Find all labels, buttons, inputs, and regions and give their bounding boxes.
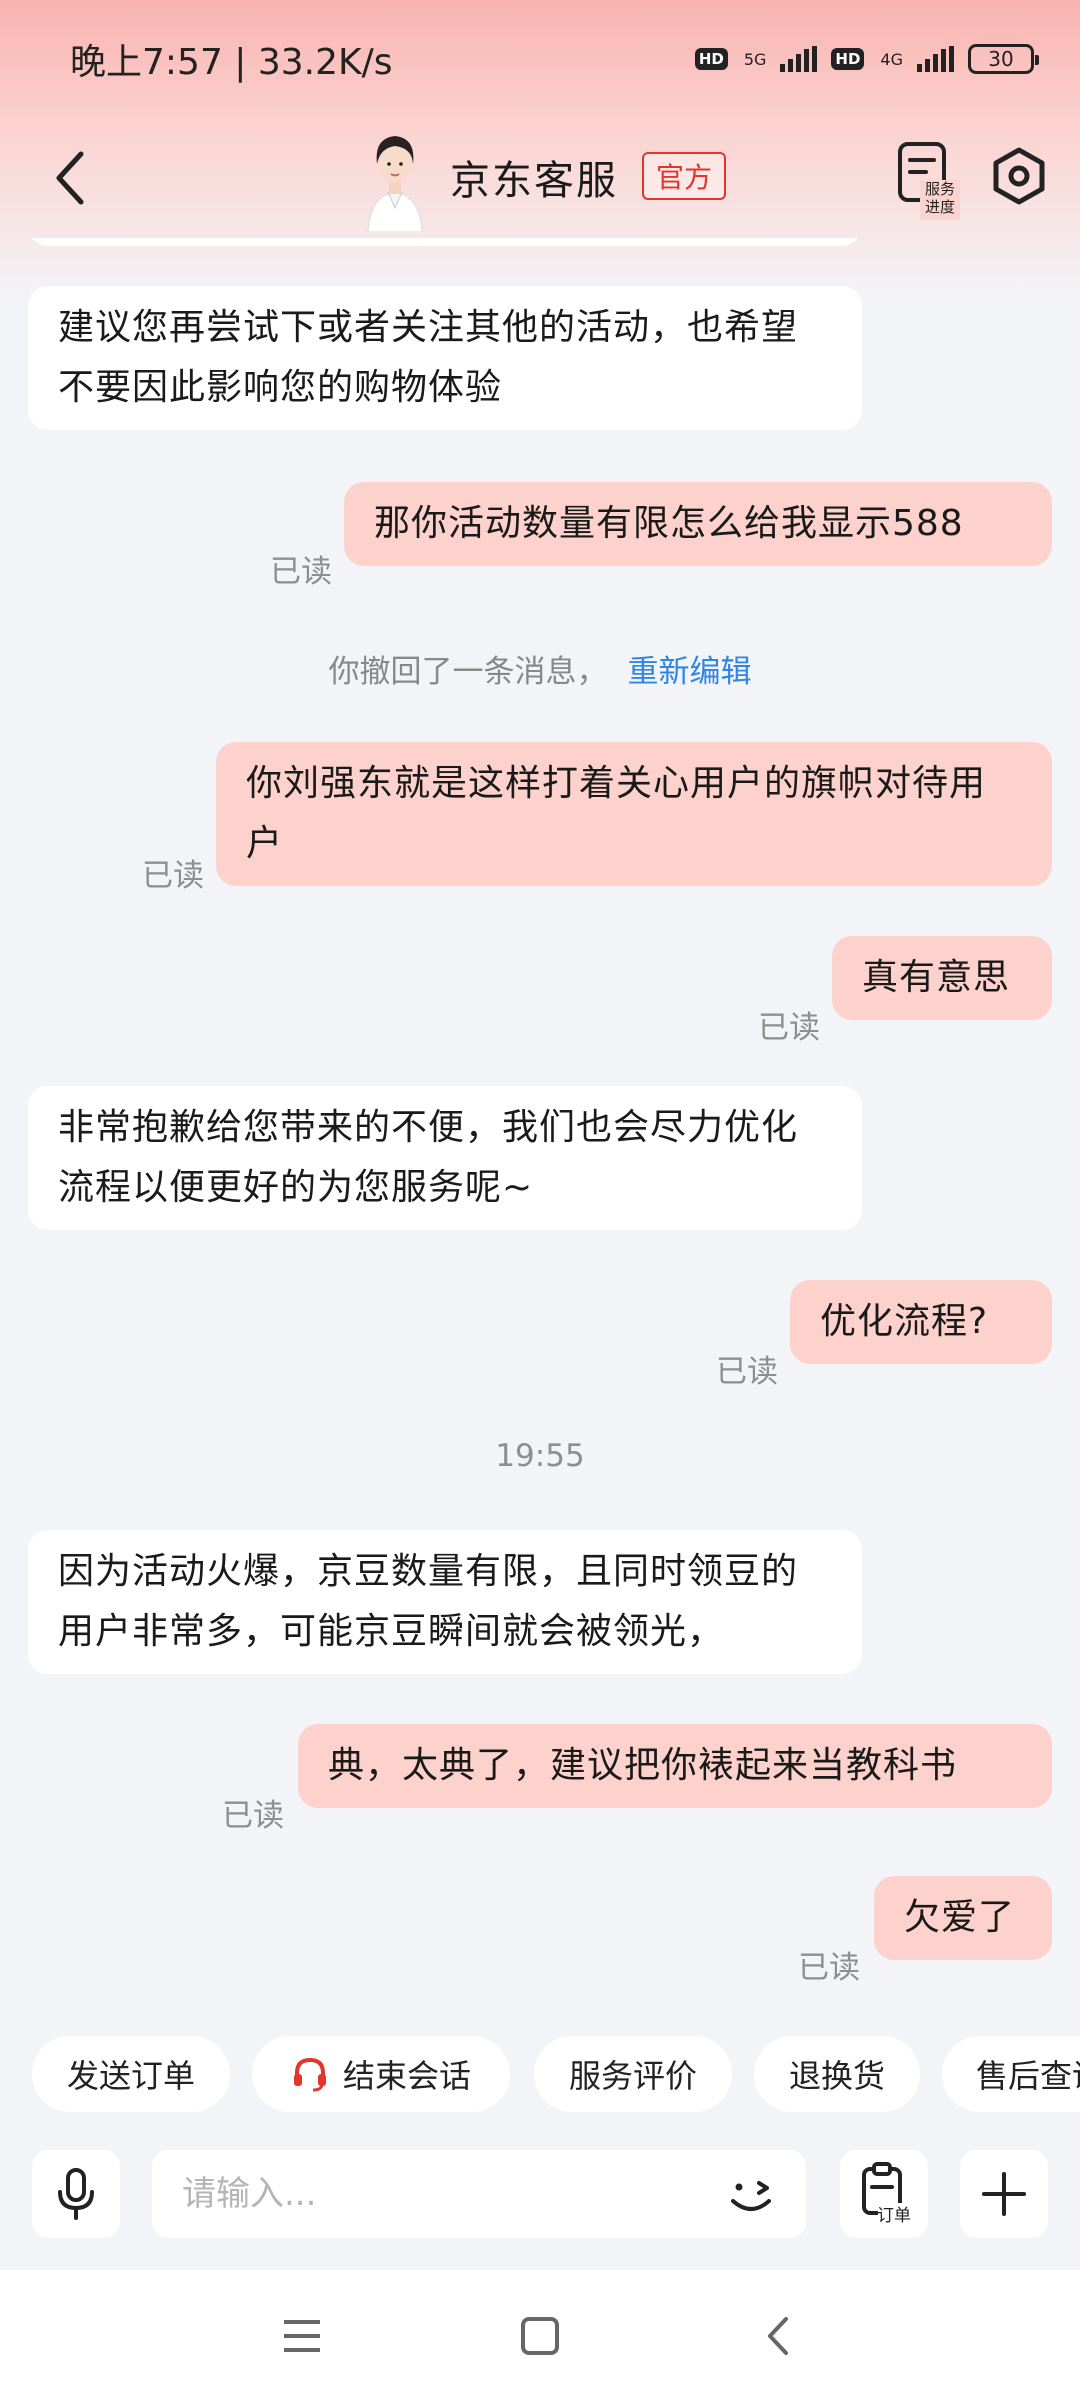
nav-back-icon	[768, 2317, 788, 2355]
message-input[interactable]	[152, 2150, 806, 2238]
back-nav-button[interactable]	[748, 2306, 808, 2366]
return-exchange-chip[interactable]: 退换货	[754, 2036, 920, 2112]
message-bubble-agent: 非常抱歉给您带来的不便，我们也会尽力优化流程以便更好的为您服务呢~	[28, 1086, 862, 1230]
status-indicators: HD 5G HD 4G 30	[694, 44, 1039, 74]
emoji-icon	[731, 2181, 771, 2211]
more-button[interactable]	[960, 2150, 1048, 2238]
recall-notice: 你撤回了一条消息， 重新编辑	[0, 646, 1080, 691]
order-button[interactable]: 订单	[840, 2150, 928, 2238]
home-nav-button[interactable]	[510, 2306, 570, 2366]
service-progress-icon: 服务 进度	[898, 142, 960, 220]
message-timestamp: 19:55	[495, 1438, 585, 1474]
emoji-button[interactable]	[716, 2160, 786, 2230]
message-list[interactable]: 建议您再尝试下或者关注其他的活动，也希望不要因此影响您的购物体验 已读 那你活动…	[0, 238, 1080, 2028]
hd-badge: HD	[694, 48, 728, 70]
plus-icon	[982, 2172, 1026, 2216]
chip-label: 退换货	[788, 2057, 885, 2095]
recall-text: 你撤回了一条消息，	[328, 654, 608, 690]
battery-icon: 30	[968, 44, 1039, 74]
svg-text:服务: 服务	[925, 180, 955, 198]
message-bubble-partial	[28, 238, 862, 246]
send-order-chip[interactable]: 发送订单	[32, 2036, 230, 2112]
service-rating-chip[interactable]: 服务评价	[534, 2036, 732, 2112]
re-edit-link[interactable]: 重新编辑	[628, 654, 752, 690]
end-session-chip[interactable]: 结束会话	[252, 2036, 510, 2112]
input-bar: 订单	[0, 2146, 1080, 2246]
headset-icon	[293, 2057, 326, 2092]
svg-text:进度: 进度	[925, 198, 955, 216]
network-type-4g: 4G	[880, 49, 903, 69]
menu-icon	[284, 2320, 320, 2352]
chip-label: 服务评价	[568, 2057, 697, 2095]
chip-label: 发送订单	[66, 2057, 195, 2095]
chip-label: 结束会话	[342, 2057, 471, 2095]
official-badge: 官方	[642, 152, 727, 200]
message-bubble-user: 欠爱了	[874, 1876, 1052, 1960]
signal-icon-2	[917, 46, 954, 72]
service-progress-button[interactable]: 服务 进度	[896, 128, 962, 228]
quick-actions-bar: 发送订单 结束会话 服务评价 退换货 售后查询	[0, 2036, 1080, 2120]
chat-header: 京东客服 官方 服务 进度	[0, 118, 1080, 238]
read-status: 已读	[798, 1950, 860, 1986]
back-icon	[56, 151, 84, 205]
message-bubble-user: 优化流程?	[790, 1280, 1052, 1364]
back-button[interactable]	[40, 140, 100, 216]
home-icon	[521, 2317, 559, 2355]
order-label: 订单	[877, 2206, 911, 2226]
read-status: 已读	[270, 554, 332, 590]
settings-icon	[993, 147, 1045, 205]
voice-button[interactable]	[32, 2150, 120, 2238]
message-bubble-agent: 建议您再尝试下或者关注其他的活动，也希望不要因此影响您的购物体验	[28, 286, 862, 430]
status-bar: 晚上7:57 | 33.2K/s HD 5G HD 4G 30	[0, 0, 1080, 118]
after-sales-chip[interactable]: 售后查询	[942, 2036, 1080, 2112]
chat-title: 京东客服	[450, 158, 618, 204]
signal-icon	[780, 46, 818, 72]
chip-label: 售后查询	[976, 2057, 1080, 2095]
system-nav-bar	[0, 2270, 1080, 2400]
settings-button[interactable]	[988, 136, 1050, 216]
read-status: 已读	[758, 1010, 820, 1046]
message-bubble-user: 那你活动数量有限怎么给我显示588	[344, 482, 1052, 566]
message-bubble-user: 你刘强东就是这样打着关心用户的旗帜对待用户	[216, 742, 1052, 886]
order-icon: 订单	[862, 2162, 912, 2226]
status-time-speed: 晚上7:57 | 33.2K/s	[70, 42, 393, 83]
read-status: 已读	[142, 858, 204, 894]
menu-nav-button[interactable]	[272, 2306, 332, 2366]
read-status: 已读	[716, 1354, 778, 1390]
read-status: 已读	[222, 1798, 284, 1834]
network-type-5g: 5G	[743, 49, 767, 69]
message-bubble-user: 真有意思	[832, 936, 1052, 1020]
message-bubble-agent: 因为活动火爆，京豆数量有限，且同时领豆的用户非常多，可能京豆瞬间就会被领光，	[28, 1530, 862, 1674]
avatar[interactable]	[362, 124, 428, 233]
message-bubble-user: 典，太典了，建议把你裱起来当教科书	[298, 1724, 1052, 1808]
mic-icon	[58, 2168, 94, 2220]
hd-badge-2: HD	[831, 48, 865, 70]
